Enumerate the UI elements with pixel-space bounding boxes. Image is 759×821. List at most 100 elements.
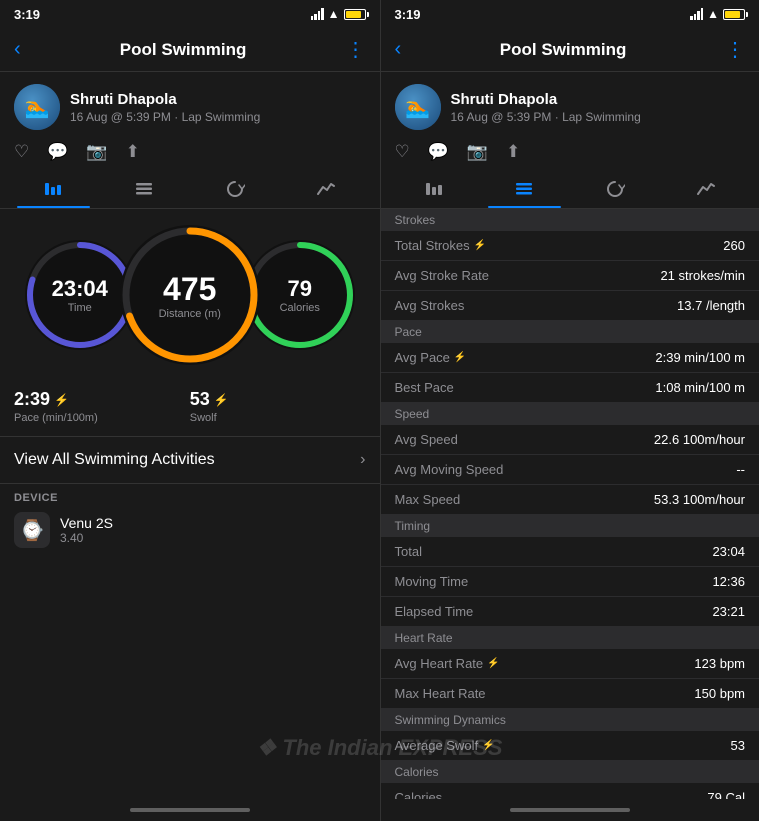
graph-tab-icon — [316, 179, 336, 199]
status-icons-left: ▲ — [311, 7, 366, 21]
like-icon[interactable]: ♡ — [14, 142, 29, 162]
user-name-right: Shruti Dhapola — [451, 91, 641, 108]
calories-value: 79 — [288, 276, 312, 302]
stats-row-item: Moving Time12:36 — [381, 567, 759, 597]
tab-bar-right — [381, 170, 759, 209]
status-time-left: 3:19 — [14, 7, 40, 22]
stats-section-header: Swimming Dynamics — [381, 709, 759, 731]
stats-table: StrokesTotal Strokes ⚡260Avg Stroke Rate… — [381, 209, 759, 799]
status-bar-right: 3:19 ▲ — [381, 0, 759, 28]
stats-row-value: 53 — [731, 738, 745, 753]
stats-row-item: Max Speed53.3 100m/hour — [381, 485, 759, 515]
avatar-left: 🏊 — [14, 84, 60, 130]
app-header-right: ‹ Pool Swimming ⋮ — [381, 28, 759, 72]
stats-section-header: Speed — [381, 403, 759, 425]
camera-icon-right[interactable]: 📷 — [467, 142, 488, 162]
share-icon[interactable]: ⬆ — [126, 142, 140, 162]
tab-graph-right[interactable] — [660, 170, 751, 208]
comment-icon-right[interactable]: 💬 — [428, 142, 449, 162]
avatar-icon: 🏊 — [25, 95, 50, 120]
stats-row-label: Calories — [395, 790, 443, 799]
view-all-row[interactable]: View All Swimming Activities › — [0, 437, 380, 484]
distance-value: 475 — [163, 271, 216, 308]
list-tab-icon — [134, 179, 154, 199]
stats-row-value: 23:21 — [712, 604, 745, 619]
back-button-left[interactable]: ‹ — [14, 38, 21, 61]
signal-icon-right — [690, 8, 703, 20]
stats-row-item: Avg Moving Speed-- — [381, 455, 759, 485]
stats-row-item: Average Swolf ⚡53 — [381, 731, 759, 761]
chevron-right-icon: › — [360, 451, 365, 469]
pace-icon: ⚡ — [54, 393, 69, 407]
stats-row-value: 22.6 100m/hour — [654, 432, 745, 447]
like-icon-right[interactable]: ♡ — [395, 142, 410, 162]
stats-row-value: 2:39 min/100 m — [655, 350, 745, 365]
stats-row-item: Avg Speed 22.6 100m/hour — [381, 425, 759, 455]
stats-row-value: 21 strokes/min — [660, 268, 745, 283]
content-left: 23:04 Time 475 Distance (m) — [0, 209, 380, 799]
stats-section-header: Calories — [381, 761, 759, 783]
device-icon: ⌚ — [14, 512, 50, 548]
list-tab-icon-right — [514, 179, 534, 199]
activity-icon: ⚡ — [474, 240, 486, 251]
comment-icon[interactable]: 💬 — [47, 142, 68, 162]
stats-row-value: 79 Cal — [707, 790, 745, 799]
stats-row-label: Moving Time — [395, 574, 469, 589]
activity-icon: ⚡ — [482, 740, 494, 751]
stats-section-header: Timing — [381, 515, 759, 537]
battery-icon-right — [723, 9, 745, 20]
laps-tab-icon-right — [605, 179, 625, 199]
activity-icon: ⚡ — [454, 352, 466, 363]
stats-row-label: Max Speed — [395, 492, 461, 507]
stats-row-item: Best Pace1:08 min/100 m — [381, 373, 759, 403]
stats-row-item: Elapsed Time23:21 — [381, 597, 759, 627]
camera-icon[interactable]: 📷 — [86, 142, 107, 162]
more-button-left[interactable]: ⋮ — [345, 37, 365, 62]
swolf-value: 53 ⚡ — [190, 389, 366, 410]
stats-row-item: Total23:04 — [381, 537, 759, 567]
more-button-right[interactable]: ⋮ — [725, 37, 745, 62]
activity-icon: ⚡ — [487, 658, 499, 669]
device-section-label: DEVICE — [14, 492, 366, 504]
stats-row-label: Avg Speed — [395, 432, 458, 447]
stats-row-value: 260 — [723, 238, 745, 253]
device-version: 3.40 — [60, 531, 113, 545]
home-indicator-right — [381, 799, 759, 821]
home-bar-right — [510, 808, 630, 812]
tab-bar-left — [0, 170, 380, 209]
chart-tab-icon-right — [424, 179, 444, 199]
tab-laps-left[interactable] — [190, 170, 281, 208]
stats-section-header: Pace — [381, 321, 759, 343]
stats-row-label: Best Pace — [395, 380, 454, 395]
time-label: Time — [68, 302, 92, 314]
swolf-label: Swolf — [190, 412, 366, 424]
graph-tab-icon-right — [696, 179, 716, 199]
tab-chart-left[interactable] — [8, 170, 99, 208]
status-bar-left: 3:19 ▲ — [0, 0, 380, 28]
user-date-right: 16 Aug @ 5:39 PM · Lap Swimming — [451, 110, 641, 124]
stats-section-header: Heart Rate — [381, 627, 759, 649]
back-button-right[interactable]: ‹ — [395, 38, 402, 61]
stats-row-value: 13.7 /length — [677, 298, 745, 313]
right-panel: 3:19 ▲ ‹ Pool Swimming ⋮ 🏊 Shruti Dhapol… — [380, 0, 759, 821]
battery-icon — [344, 9, 366, 20]
status-time-right: 3:19 — [395, 7, 421, 22]
tab-list-right[interactable] — [479, 170, 570, 208]
time-circle: 23:04 Time — [25, 240, 135, 350]
device-section: DEVICE ⌚ Venu 2S 3.40 — [0, 484, 380, 552]
avatar-right: 🏊 — [395, 84, 441, 130]
stats-row-label: Avg Strokes — [395, 298, 465, 313]
status-icons-right: ▲ — [690, 7, 745, 21]
stats-row: 2:39 ⚡ Pace (min/100m) 53 ⚡ Swolf — [0, 381, 380, 437]
tab-list-left[interactable] — [99, 170, 190, 208]
wifi-icon-right: ▲ — [707, 7, 719, 21]
tab-graph-left[interactable] — [281, 170, 372, 208]
tab-laps-right[interactable] — [570, 170, 661, 208]
pace-value: 2:39 ⚡ — [14, 389, 190, 410]
signal-icon — [311, 8, 324, 20]
view-all-text: View All Swimming Activities — [14, 451, 215, 469]
tab-chart-right[interactable] — [389, 170, 480, 208]
stats-row-label: Avg Heart Rate ⚡ — [395, 656, 500, 671]
share-icon-right[interactable]: ⬆ — [506, 142, 520, 162]
user-section-right: 🏊 Shruti Dhapola 16 Aug @ 5:39 PM · Lap … — [381, 72, 759, 138]
